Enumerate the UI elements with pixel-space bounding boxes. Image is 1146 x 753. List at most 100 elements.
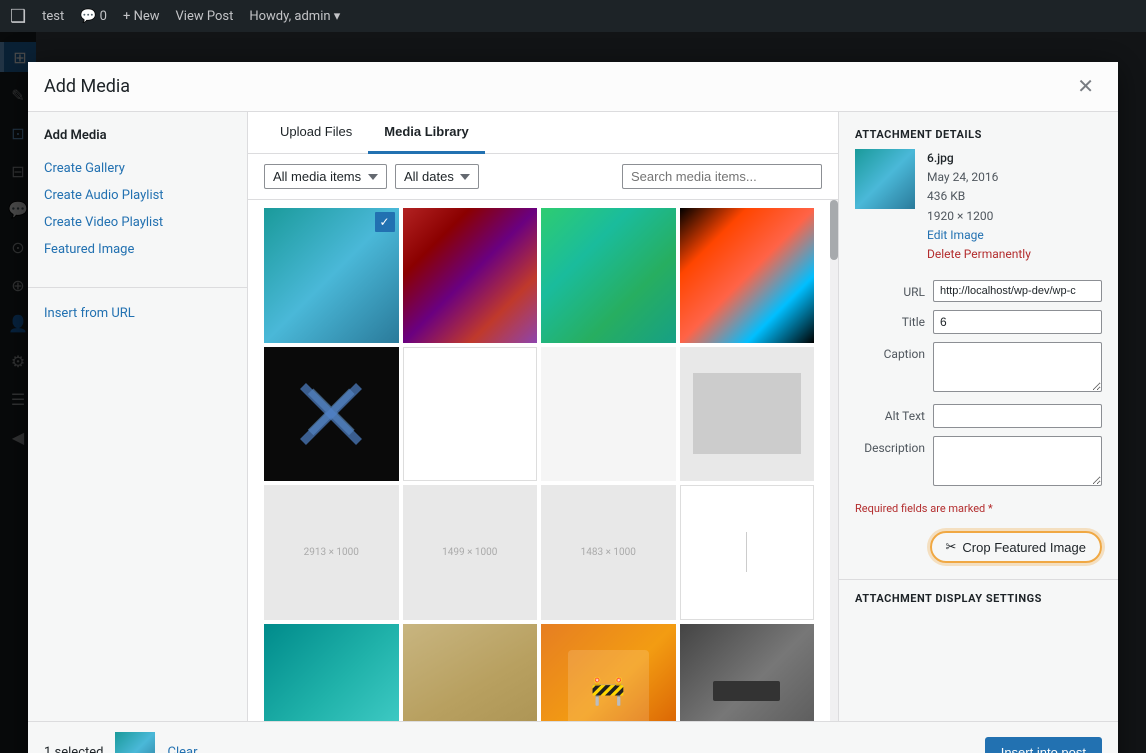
media-item-3[interactable] xyxy=(541,208,676,343)
modal-close-button[interactable]: ✕ xyxy=(1069,73,1102,101)
media-tabs-bar: Upload Files Media Library xyxy=(248,112,838,154)
delete-permanently-link[interactable]: Delete Permanently xyxy=(927,247,1031,261)
attachment-filename: 6.jpg xyxy=(927,149,1031,168)
attachment-details-panel: ATTACHMENT DETAILS 6.jpg May 24, 2016 43… xyxy=(838,112,1118,721)
scroll-thumb[interactable] xyxy=(830,200,838,260)
comments-link[interactable]: 💬 0 xyxy=(80,9,107,24)
date-filter[interactable]: All dates xyxy=(395,164,479,189)
sidebar-insert-from-url[interactable]: Insert from URL xyxy=(28,300,247,327)
alttext-label: Alt Text xyxy=(855,404,925,423)
crop-featured-image-button[interactable]: ✂ Crop Featured Image xyxy=(930,531,1102,563)
crop-button-label: Crop Featured Image xyxy=(962,540,1086,555)
media-thumbnail-14 xyxy=(403,624,538,722)
alttext-value xyxy=(933,404,1102,428)
attachment-details-title: ATTACHMENT DETAILS xyxy=(839,112,1118,149)
selected-count: 1 selected xyxy=(44,745,103,753)
sidebar-create-audio-playlist[interactable]: Create Audio Playlist xyxy=(28,182,247,209)
description-value xyxy=(933,436,1102,490)
sidebar-featured-image[interactable]: Featured Image xyxy=(28,236,247,263)
media-item-2[interactable] xyxy=(403,208,538,343)
media-item-10[interactable]: 1499 × 1000 xyxy=(403,485,538,620)
howdy[interactable]: Howdy, admin ▾ xyxy=(249,9,340,24)
url-value xyxy=(933,280,1102,302)
tab-media-library[interactable]: Media Library xyxy=(368,112,485,154)
media-thumbnail-3 xyxy=(541,208,676,343)
edit-image-link[interactable]: Edit Image xyxy=(927,228,984,242)
description-label: Description xyxy=(855,436,925,455)
media-thumbnail-10: 1499 × 1000 xyxy=(403,485,538,620)
media-thumbnail-1 xyxy=(264,208,399,343)
site-name[interactable]: test xyxy=(42,9,64,24)
alttext-field-row: Alt Text xyxy=(839,400,1118,432)
media-thumbnail-16 xyxy=(680,624,815,722)
media-thumbnail-13 xyxy=(264,624,399,722)
view-post-link[interactable]: View Post xyxy=(176,9,234,24)
crop-button-wrap: ✂ Crop Featured Image xyxy=(839,523,1118,579)
media-item-13[interactable] xyxy=(264,624,399,722)
modal-header: Add Media ✕ xyxy=(28,62,1118,112)
attachment-dimensions: 1920 × 1200 xyxy=(927,207,1031,226)
attachment-thumb-row: 6.jpg May 24, 2016 436 KB 1920 × 1200 Ed… xyxy=(839,149,1118,276)
required-note: Required fields are marked * xyxy=(839,494,1118,523)
title-input[interactable] xyxy=(933,310,1102,334)
new-link[interactable]: + New xyxy=(123,9,160,24)
sidebar-create-video-playlist[interactable]: Create Video Playlist xyxy=(28,209,247,236)
url-input[interactable] xyxy=(933,280,1102,302)
url-label: URL xyxy=(855,280,925,299)
media-search-input[interactable] xyxy=(622,164,822,189)
media-left-sidebar: Add Media Create Gallery Create Audio Pl… xyxy=(28,112,248,721)
media-item-7[interactable] xyxy=(541,347,676,482)
wp-logo-icon: ❑ xyxy=(10,6,26,27)
media-grid: 2913 × 1000 1499 × 1000 1483 × 1000 xyxy=(264,208,814,721)
attachment-date: May 24, 2016 xyxy=(927,168,1031,187)
media-item-11[interactable]: 1483 × 1000 xyxy=(541,485,676,620)
media-grid-scrollbar[interactable] xyxy=(830,200,838,721)
media-thumbnail-9: 2913 × 1000 xyxy=(264,485,399,620)
caption-field-row: Caption xyxy=(839,338,1118,400)
insert-into-post-button[interactable]: Insert into post xyxy=(985,737,1102,753)
title-value xyxy=(933,310,1102,334)
media-item-16[interactable] xyxy=(680,624,815,722)
media-thumbnail-5 xyxy=(264,347,399,482)
selected-thumbnail xyxy=(115,732,155,753)
attachment-filesize: 436 KB xyxy=(927,187,1031,206)
media-type-filter[interactable]: All media items xyxy=(264,164,387,189)
sidebar-create-gallery[interactable]: Create Gallery xyxy=(28,155,247,182)
media-item-9[interactable]: 2913 × 1000 xyxy=(264,485,399,620)
modal-title: Add Media xyxy=(44,76,130,97)
clear-selection-link[interactable]: Clear xyxy=(167,745,197,753)
media-thumbnail-4 xyxy=(680,208,815,343)
add-media-modal: Add Media ✕ Add Media Create Gallery Cre… xyxy=(28,62,1118,753)
tab-upload-files[interactable]: Upload Files xyxy=(264,112,368,154)
url-field-row: URL xyxy=(839,276,1118,306)
title-label: Title xyxy=(855,310,925,329)
crop-icon: ✂ xyxy=(946,539,957,555)
attachment-thumbnail xyxy=(855,149,915,209)
required-note-text: Required fields are marked xyxy=(855,502,985,515)
admin-bar: ❑ test 💬 0 + New View Post Howdy, admin … xyxy=(0,0,1146,32)
attachment-display-settings-title: ATTACHMENT DISPLAY SETTINGS xyxy=(839,579,1118,609)
media-item-5[interactable] xyxy=(264,347,399,482)
media-item-4[interactable] xyxy=(680,208,815,343)
media-item-1[interactable] xyxy=(264,208,399,343)
modal-footer: 1 selected Clear Insert into post xyxy=(28,721,1118,753)
media-item-8[interactable] xyxy=(680,347,815,482)
modal-body: Add Media Create Gallery Create Audio Pl… xyxy=(28,112,1118,721)
media-thumbnail-7 xyxy=(541,347,676,482)
media-main-content: Upload Files Media Library All media ite… xyxy=(248,112,838,721)
required-mark: * xyxy=(988,502,993,515)
media-thumbnail-2 xyxy=(403,208,538,343)
caption-value xyxy=(933,342,1102,396)
media-thumbnail-15: 🚧 xyxy=(541,624,676,722)
caption-label: Caption xyxy=(855,342,925,361)
title-field-row: Title xyxy=(839,306,1118,338)
sidebar-title: Add Media xyxy=(28,128,247,155)
media-item-14[interactable] xyxy=(403,624,538,722)
media-item-6[interactable] xyxy=(403,347,538,482)
media-item-12[interactable] xyxy=(680,485,815,620)
media-thumbnail-8 xyxy=(680,347,815,482)
caption-textarea[interactable] xyxy=(933,342,1102,392)
description-textarea[interactable] xyxy=(933,436,1102,486)
alttext-input[interactable] xyxy=(933,404,1102,428)
media-item-15[interactable]: 🚧 xyxy=(541,624,676,722)
